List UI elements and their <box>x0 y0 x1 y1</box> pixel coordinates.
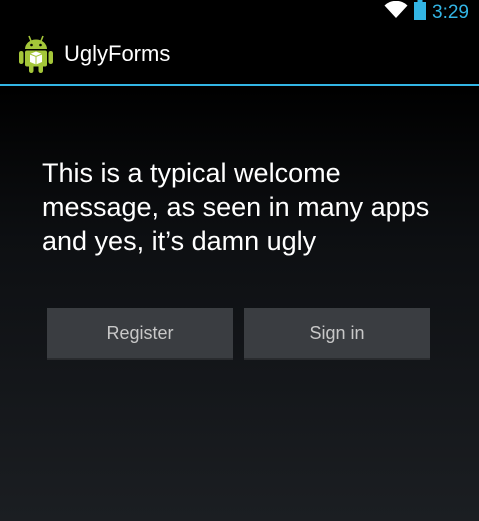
status-time: 3:29 <box>432 1 469 23</box>
sign-in-button[interactable]: Sign in <box>244 308 430 360</box>
action-bar: UglyForms <box>0 24 479 86</box>
app-screen: 3:29 UglyForms This is a typical welcome… <box>0 0 479 521</box>
battery-icon <box>414 0 427 25</box>
register-button[interactable]: Register <box>47 308 233 360</box>
android-robot-icon[interactable] <box>18 34 54 74</box>
welcome-message: This is a typical welcome message, as se… <box>42 158 430 256</box>
status-bar: 3:29 <box>0 0 479 24</box>
welcome-content: This is a typical welcome message, as se… <box>0 88 479 521</box>
status-icons: 3:29 <box>384 0 469 24</box>
app-title: UglyForms <box>64 41 171 66</box>
wifi-icon <box>384 0 408 24</box>
